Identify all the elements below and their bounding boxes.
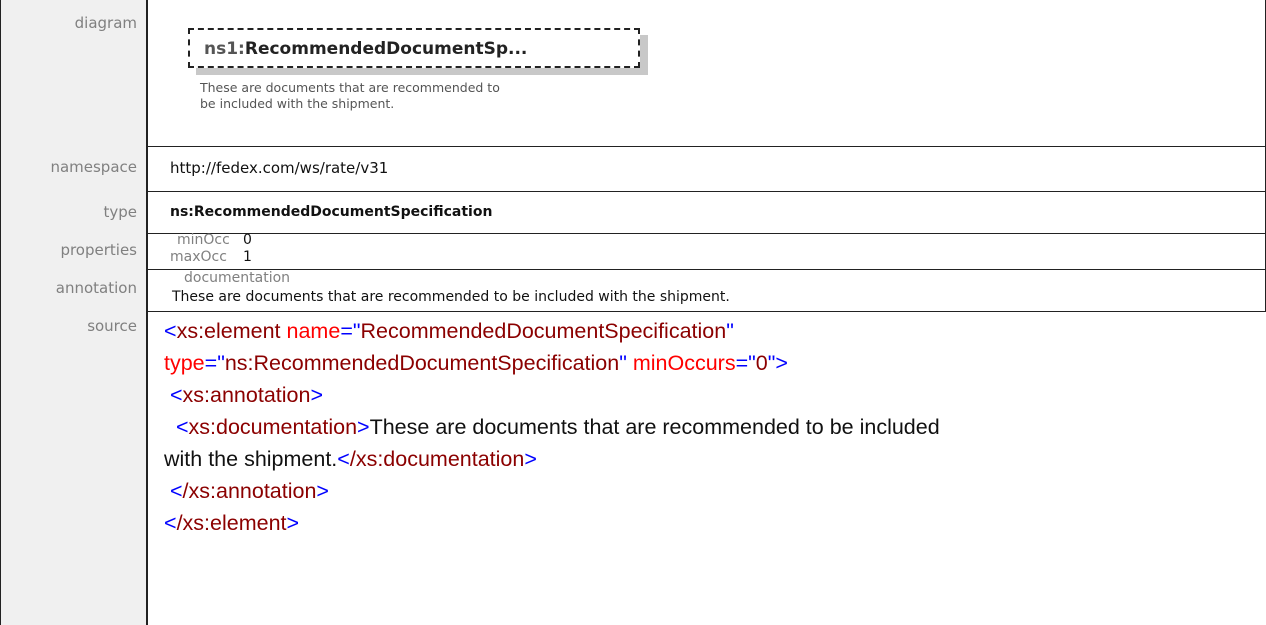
annotation-row: annotation documentation These are docum…: [0, 269, 1266, 311]
annotation-label: annotation: [55, 279, 137, 297]
source-line: with the shipment.</xs:documentation>: [164, 447, 537, 471]
source-label: source: [87, 317, 137, 335]
source-label-cell: source: [0, 311, 148, 625]
diagram-doc-line-2: be included with the shipment.: [200, 96, 395, 111]
annotation-text: These are documents that are recommended…: [172, 289, 730, 305]
diagram-row: diagram ns1:RecommendedDocumentSp... The…: [0, 0, 1266, 146]
element-documentation-table: diagram ns1:RecommendedDocumentSp... The…: [0, 0, 1266, 625]
properties-value-cell: minOcc 0 maxOcc 1: [150, 232, 1266, 269]
diagram-documentation: These are documents that are recommended…: [200, 80, 500, 112]
diagram-label-cell: diagram: [0, 0, 148, 146]
diagram-doc-line-1: These are documents that are recommended…: [200, 80, 500, 95]
source-line: type="ns:RecommendedDocumentSpecificatio…: [164, 351, 788, 375]
source-line: <xs:element name="RecommendedDocumentSpe…: [164, 319, 734, 343]
property-value: 0: [243, 232, 252, 248]
namespace-label: namespace: [50, 158, 137, 176]
type-label-cell: type: [0, 191, 148, 233]
namespace-value: http://fedex.com/ws/rate/v31: [170, 159, 389, 177]
type-value-cell: ns:RecommendedDocumentSpecification: [150, 191, 1266, 233]
properties-label-cell: properties: [0, 233, 148, 269]
property-name: minOcc: [177, 232, 230, 248]
namespace-label-cell: namespace: [0, 146, 148, 191]
source-value-cell: <xs:element name="RecommendedDocumentSpe…: [150, 311, 1266, 625]
source-line: <xs:annotation>: [169, 383, 324, 407]
type-row: type ns:RecommendedDocumentSpecification: [0, 191, 1266, 233]
annotation-key: documentation: [184, 270, 291, 286]
diagram-value-cell: ns1:RecommendedDocumentSp... These are d…: [150, 0, 1266, 146]
namespace-value-cell: http://fedex.com/ws/rate/v31: [150, 146, 1266, 191]
property-name: maxOcc: [170, 249, 227, 265]
properties-label: properties: [60, 241, 137, 259]
source-line: </xs:annotation>: [169, 479, 329, 503]
namespace-row: namespace http://fedex.com/ws/rate/v31: [0, 146, 1266, 191]
source-row: source <xs:element name="RecommendedDocu…: [0, 311, 1266, 625]
type-label: type: [103, 203, 137, 221]
element-box[interactable]: ns1:RecommendedDocumentSp...: [188, 28, 640, 68]
annotation-label-cell: annotation: [0, 269, 148, 311]
annotation-value-cell: documentation These are documents that a…: [150, 269, 1266, 311]
element-name: RecommendedDocumentSp...: [244, 39, 528, 59]
xml-source-code: <xs:element name="RecommendedDocumentSpe…: [164, 315, 940, 539]
property-value: 1: [243, 249, 252, 265]
type-value[interactable]: ns:RecommendedDocumentSpecification: [170, 204, 492, 220]
source-line: <xs:documentation>These are documents th…: [175, 415, 940, 439]
properties-row: properties minOcc 0 maxOcc 1: [0, 232, 1266, 269]
element-prefix: ns1:: [204, 39, 245, 59]
diagram-label: diagram: [74, 14, 137, 32]
source-line: </xs:element>: [164, 511, 300, 535]
